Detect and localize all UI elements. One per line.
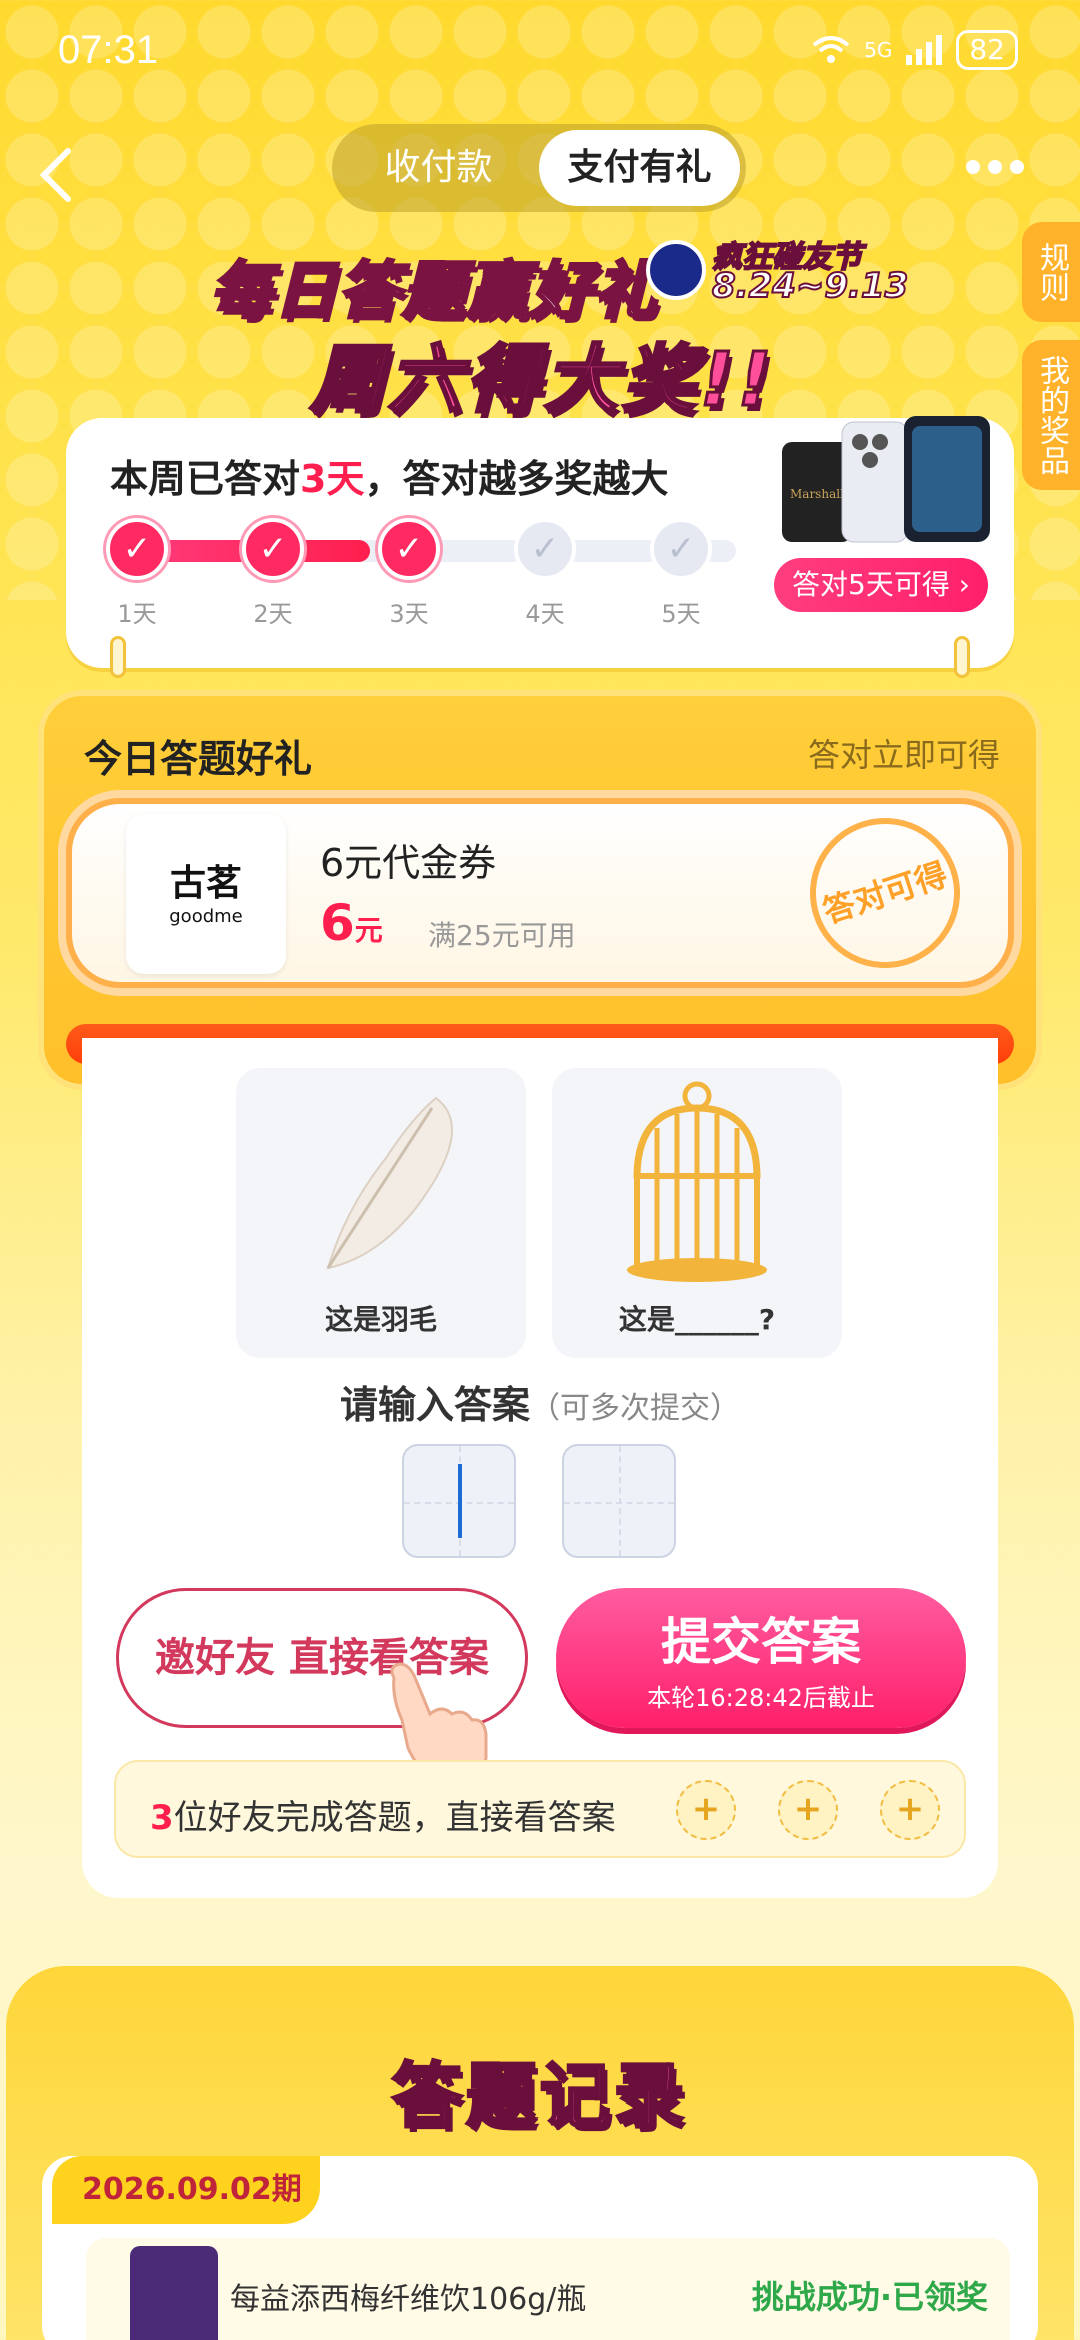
more-menu-icon[interactable] xyxy=(966,160,1024,174)
record-card: 2026.09.02期 每益添西梅纤维饮106g/瓶 挑战成功·已领奖 xyxy=(42,2156,1038,2340)
birdcage-picture: 这是______? xyxy=(552,1068,842,1358)
birdcage-icon xyxy=(627,1081,767,1282)
coupon-amount: 6元 xyxy=(320,894,383,952)
record-item[interactable]: 每益添西梅纤维饮106g/瓶 挑战成功·已领奖 xyxy=(86,2238,1010,2340)
today-gift-heading: 今日答题好礼 xyxy=(84,737,313,781)
progress-check-icon: ✓ xyxy=(378,518,440,580)
quiz-card: 这是羽毛 这是______? 请输入答案（可多次提交） 邀好友 直接看答案 提交… xyxy=(82,1038,998,1898)
add-friend-slot-3[interactable]: + xyxy=(880,1780,940,1840)
hanging-pin-left xyxy=(110,636,126,678)
progress-day-label: 2天 xyxy=(253,600,293,628)
festival-badge-icon xyxy=(646,240,706,300)
progress-day-label: 1天 xyxy=(117,600,157,628)
records-title: 答题记录 xyxy=(391,2054,688,2139)
rules-tab[interactable]: 规则 xyxy=(1022,222,1080,322)
my-prizes-tab[interactable]: 我的奖品 xyxy=(1022,340,1080,490)
today-gift-hint: 答对立即可得 xyxy=(807,736,1000,774)
product-thumbnail xyxy=(130,2246,218,2340)
signal-icon xyxy=(906,35,943,65)
status-bar: 07:31 5G 82 xyxy=(0,0,1080,100)
add-friend-slot-2[interactable]: + xyxy=(778,1780,838,1840)
tab-payment-rewards[interactable]: 支付有礼 xyxy=(539,130,740,206)
festival-dates: 8.24~9.13 xyxy=(711,265,909,307)
weekly-progress-card: 本周已答对3天，答对越多奖越大 Marshall 答对5天可得 › ✓ 1天 ✓ 2天… xyxy=(66,416,1014,668)
picture-caption-2: 这是______? xyxy=(618,1303,776,1336)
back-arrow-icon[interactable] xyxy=(36,145,76,205)
submit-answer-button[interactable]: 提交答案 本轮16:28:42后截止 xyxy=(556,1588,966,1728)
win-stamp: 答对可得 xyxy=(790,798,980,988)
tab-collect-pay[interactable]: 收付款 xyxy=(338,130,539,206)
friends-progress-text: 3位好友完成答题，直接看答案 xyxy=(150,1798,616,1838)
friends-progress-bar: 3位好友完成答题，直接看答案 + + + xyxy=(114,1760,966,1858)
answer-char-input-1[interactable] xyxy=(402,1444,516,1558)
record-product-name: 每益添西梅纤维饮106g/瓶 xyxy=(230,2282,587,2317)
progress-title: 本周已答对3天，答对越多奖越大 xyxy=(110,457,669,501)
event-banner: 每日答题赢好礼 疯狂碰友节 8.24~9.13 周六得大奖!! xyxy=(200,230,909,425)
status-icons: 5G 82 xyxy=(812,30,1018,70)
progress-check-icon: ✓ xyxy=(242,518,304,580)
wifi-icon xyxy=(812,36,850,63)
network-label: 5G xyxy=(864,38,893,62)
banner-headline: 每日答题赢好礼 xyxy=(208,253,659,329)
deadline-countdown: 本轮16:28:42后截止 xyxy=(647,1684,875,1712)
progress-day-label: 3天 xyxy=(389,600,429,628)
answer-char-input-2[interactable] xyxy=(562,1444,676,1558)
progress-day-label: 5天 xyxy=(661,600,701,628)
progress-check-icon: ✓ xyxy=(650,518,712,580)
coupon-card[interactable]: 古茗 goodme 6元代金券 6元 满25元可用 答对可得 xyxy=(66,798,1014,988)
battery-level: 82 xyxy=(969,33,1005,66)
record-period: 2026.09.02期 xyxy=(52,2156,320,2224)
prize-products-image: Marshall xyxy=(782,416,990,543)
status-time: 07:31 xyxy=(58,28,159,72)
quiz-records-section: 答题记录 2026.09.02期 每益添西梅纤维饮106g/瓶 挑战成功·已领奖 xyxy=(6,1966,1074,2340)
answer-prompt: 请输入答案（可多次提交） xyxy=(340,1383,741,1427)
add-friend-slot-1[interactable]: + xyxy=(676,1780,736,1840)
text-caret xyxy=(458,1464,462,1538)
brand-logo: 古茗 goodme xyxy=(126,814,286,974)
banner-subheadline: 周六得大奖!! xyxy=(309,336,776,425)
progress-check-icon: ✓ xyxy=(514,518,576,580)
top-tab-switcher: 收付款 支付有礼 xyxy=(332,124,746,212)
coupon-name: 6元代金券 xyxy=(320,841,497,885)
svg-text:Marshall: Marshall xyxy=(790,487,844,501)
battery-indicator: 82 xyxy=(956,30,1018,70)
picture-caption-1: 这是羽毛 xyxy=(324,1303,437,1336)
record-status: 挑战成功·已领奖 xyxy=(751,2278,988,2316)
five-day-prize-button[interactable]: 答对5天可得 › xyxy=(774,558,988,612)
progress-day-label: 4天 xyxy=(525,600,565,628)
feather-picture: 这是羽毛 xyxy=(236,1068,526,1358)
hanging-pin-right xyxy=(954,636,970,678)
progress-check-icon: ✓ xyxy=(106,518,168,580)
coupon-condition: 满25元可用 xyxy=(428,919,576,952)
feather-icon xyxy=(326,1096,453,1270)
